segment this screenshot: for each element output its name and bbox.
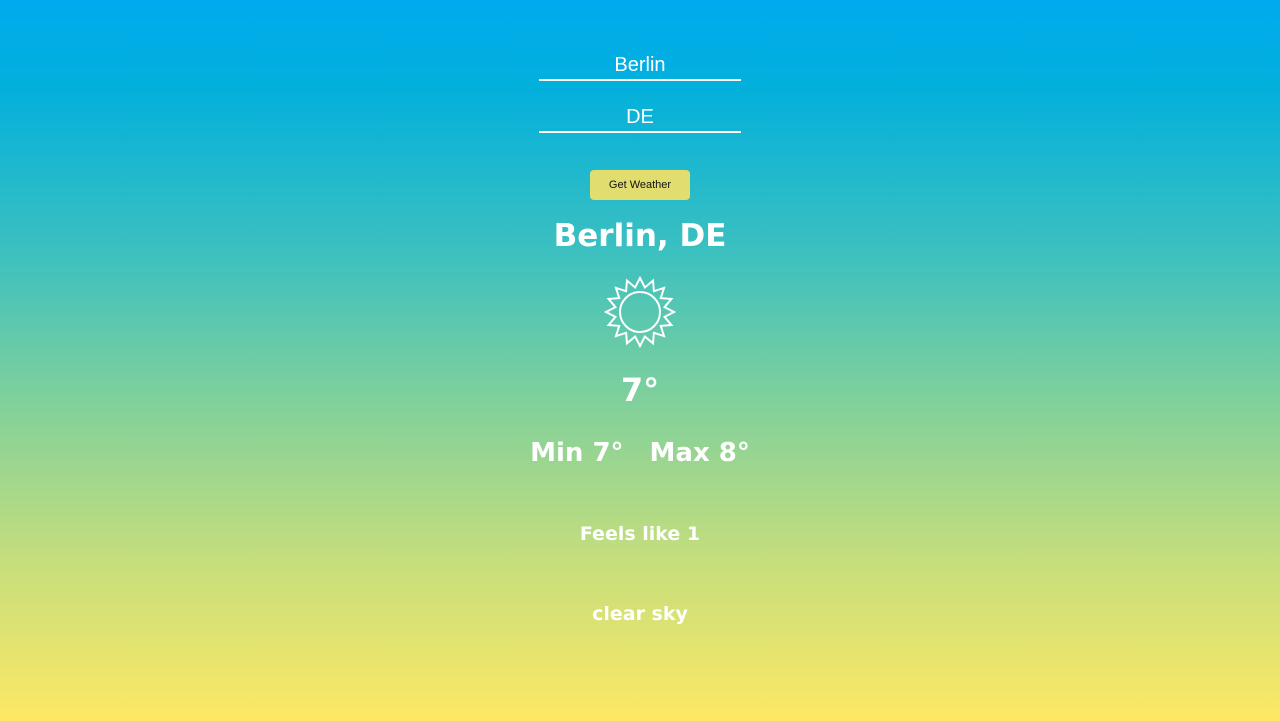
weather-description: clear sky xyxy=(592,603,688,625)
max-temperature: Max 8° xyxy=(649,438,750,468)
weather-app: Get Weather Berlin, DE 7° Min 7° Max 8° F… xyxy=(0,0,1280,721)
min-temperature: Min 7° xyxy=(530,438,624,468)
get-weather-button[interactable]: Get Weather xyxy=(590,170,690,200)
location-title: Berlin, DE xyxy=(553,218,727,254)
sun-icon xyxy=(604,276,676,348)
city-input[interactable] xyxy=(539,51,741,81)
current-temperature: 7° xyxy=(620,371,660,409)
feels-like: Feels like 1 xyxy=(579,523,701,545)
country-input[interactable] xyxy=(539,103,741,133)
min-max-temperatures: Min 7° Max 8° xyxy=(0,434,1280,472)
